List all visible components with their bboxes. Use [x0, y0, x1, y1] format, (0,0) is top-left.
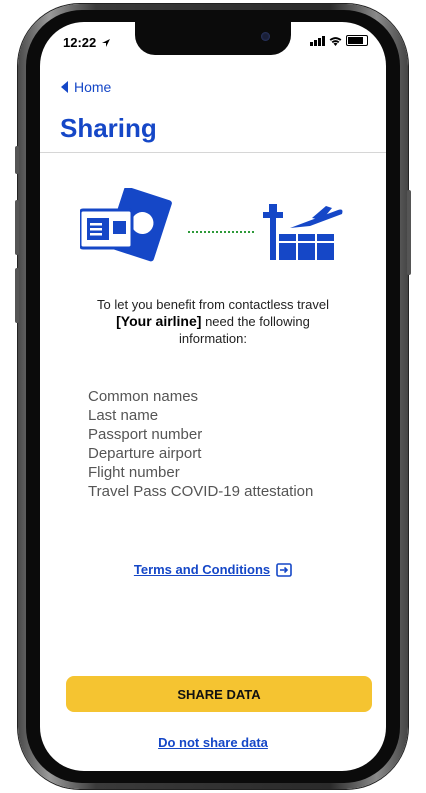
required-info-list: Common names Last name Passport number D… [88, 387, 313, 501]
passport-icon [80, 188, 172, 262]
mute-switch [15, 146, 19, 174]
intro-text: To let you benefit from contactless trav… [40, 296, 386, 347]
location-arrow-icon [101, 39, 110, 47]
airline-name: [Your airline] [116, 313, 202, 329]
list-item: Flight number [88, 464, 180, 481]
list-item: Last name [88, 407, 159, 424]
signal-icon [310, 35, 325, 46]
do-not-share-link[interactable]: Do not share data [40, 735, 386, 750]
volume-up-button [15, 200, 19, 255]
sharing-illustration [80, 188, 343, 262]
clock: 12:22 [63, 35, 97, 50]
status-icons [310, 35, 368, 46]
title-divider [40, 152, 386, 153]
back-label: Home [74, 79, 112, 95]
wifi-icon [329, 36, 342, 46]
intro-line-1: To let you benefit from contactless trav… [97, 297, 329, 312]
terms-label: Terms and Conditions [133, 562, 271, 577]
front-camera [261, 32, 270, 41]
list-item: Passport number [88, 426, 203, 443]
power-button [407, 190, 411, 275]
app-screen: 12:22 Home Sharing To let you benefit fr… [40, 22, 386, 771]
back-arrow-icon [61, 81, 68, 93]
list-item: Departure airport [88, 445, 202, 462]
external-link-icon [276, 562, 292, 577]
terms-link[interactable]: Terms and Conditions [40, 562, 386, 577]
intro-line-3: information: [179, 331, 247, 346]
list-item: Travel Pass COVID-19 attestation [88, 483, 314, 500]
volume-down-button [15, 268, 19, 323]
back-button[interactable]: Home [61, 79, 111, 95]
status-time: 12:22 [63, 35, 110, 50]
battery-icon [346, 35, 368, 46]
intro-line-2: need the following [205, 314, 310, 329]
airplane-icon [290, 206, 343, 228]
share-data-button[interactable]: SHARE DATA [66, 676, 372, 712]
list-item: Common names [88, 388, 199, 405]
page-title: Sharing [60, 113, 157, 143]
